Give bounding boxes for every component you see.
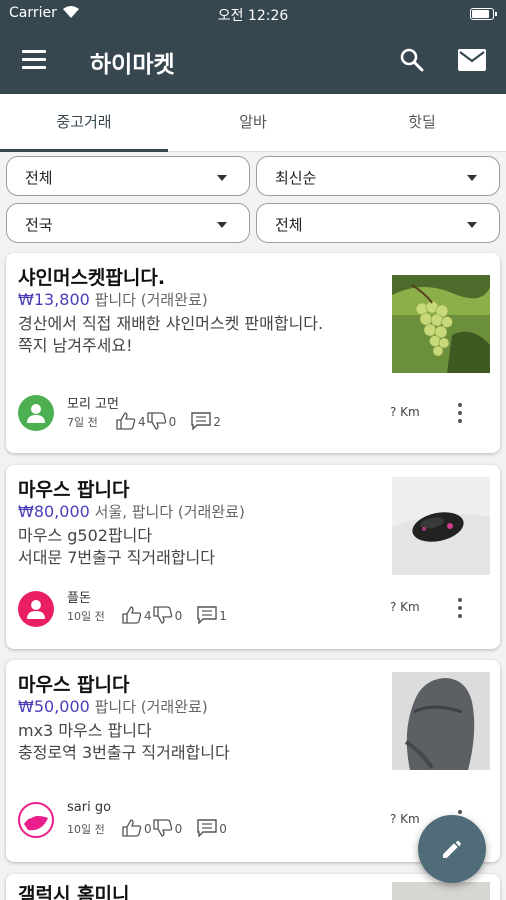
description-line: 충정로역 3번출구 직거래합니다 [18, 743, 230, 762]
comments-count: 1 [219, 609, 227, 623]
comment-icon[interactable] [196, 606, 218, 625]
clock: 오전 12:26 [217, 8, 289, 24]
listing-title: 샤인머스켓팝니다. [18, 267, 166, 289]
tab-used-goods[interactable]: 중고거래 [0, 94, 168, 152]
description-line: 쪽지 남겨주세요! [18, 336, 133, 355]
app-title: 하이마켓 [90, 52, 175, 78]
sort-value: 최신순 [275, 169, 317, 187]
thumbs-down-icon[interactable] [152, 819, 174, 837]
mouse-photo[interactable] [392, 477, 490, 575]
chevron-down-icon [467, 222, 477, 228]
likes-count: 4 [138, 415, 146, 429]
description-line: 경산에서 직접 재배한 샤인머스켓 판매합니다. [18, 314, 324, 333]
avatar[interactable] [18, 591, 54, 627]
search-icon[interactable] [398, 46, 426, 74]
dislikes-count: 0 [174, 822, 183, 836]
listing-stats: 7일 전 4 0 2 [67, 412, 221, 432]
seller-name[interactable]: 모리 고먼 [67, 393, 119, 412]
listing-price: ₩50,000 [18, 697, 90, 716]
listing-description: 마우스 g502팝니다 서대문 7번출구 직거래합니다 [18, 525, 388, 569]
avatar[interactable] [18, 395, 54, 431]
price-note: 팝니다 (거래완료) [94, 698, 208, 716]
comment-icon[interactable] [190, 412, 212, 431]
description-line: 마우스 g502팝니다 [18, 526, 153, 545]
write-post-button[interactable] [418, 815, 486, 883]
listing-stats: 10일 전 0 0 0 [67, 819, 227, 839]
tab-hot-deal[interactable]: 핫딜 [338, 94, 506, 152]
time-ago: 10일 전 [67, 610, 105, 623]
comment-icon[interactable] [196, 819, 218, 838]
chevron-down-icon [467, 175, 477, 181]
distance: ? Km [390, 812, 420, 826]
time-ago: 10일 전 [67, 823, 105, 836]
chevron-down-icon [217, 222, 227, 228]
time-ago: 7일 전 [67, 416, 98, 429]
distance: ? Km [390, 405, 420, 419]
battery-icon [470, 8, 497, 20]
avatar[interactable] [18, 802, 54, 838]
price-line: ₩50,000 팝니다 (거래완료) [18, 696, 208, 717]
app-bar: 하이마켓 [0, 28, 506, 94]
listing-card[interactable]: 마우스 팝니다 ₩80,000 서울, 팝니다 (거래완료) 마우스 g502팝… [6, 465, 500, 649]
pencil-icon [443, 840, 461, 858]
listing-card[interactable]: 샤인머스켓팝니다. ₩13,800 팝니다 (거래완료) 경산에서 직접 재배한… [6, 253, 500, 453]
listing-description: 경산에서 직접 재배한 샤인머스켓 판매합니다. 쪽지 남겨주세요! [18, 313, 388, 357]
listing-description: mx3 마우스 팝니다 충정로역 3번출구 직거래합니다 [18, 720, 388, 764]
listing-title: 마우스 팝니다 [18, 479, 130, 501]
product-photo[interactable] [392, 882, 490, 900]
region-dropdown[interactable]: 전국 [6, 203, 250, 243]
price-note: 서울, 팝니다 (거래완료) [94, 503, 245, 521]
more-options-icon[interactable] [450, 596, 470, 620]
status-value: 전체 [275, 216, 303, 234]
thumbs-up-icon[interactable] [121, 606, 143, 624]
price-line: ₩80,000 서울, 팝니다 (거래완료) [18, 501, 245, 522]
sort-dropdown[interactable]: 최신순 [256, 156, 500, 196]
thumbs-up-icon[interactable] [121, 819, 143, 837]
grape-photo[interactable] [392, 275, 490, 373]
thumbs-up-icon[interactable] [115, 412, 137, 430]
dislikes-count: 0 [168, 415, 177, 429]
status-dropdown[interactable]: 전체 [256, 203, 500, 243]
thumbs-down-icon[interactable] [152, 606, 174, 624]
chevron-down-icon [217, 175, 227, 181]
status-bar: Carrier 오전 12:26 [0, 0, 506, 28]
listing-price: ₩80,000 [18, 502, 90, 521]
comments-count: 2 [213, 415, 221, 429]
dislikes-count: 0 [174, 609, 183, 623]
listing-title: 마우스 팝니다 [18, 674, 130, 696]
description-line: 서대문 7번출구 직거래합니다 [18, 548, 215, 567]
more-options-icon[interactable] [450, 401, 470, 425]
likes-count: 4 [144, 609, 152, 623]
battery-level [472, 10, 489, 18]
menu-icon[interactable] [22, 50, 48, 70]
likes-count: 0 [144, 822, 152, 836]
listing-price: ₩13,800 [18, 290, 90, 309]
mouse-photo[interactable] [392, 672, 490, 770]
category-value: 전체 [25, 169, 53, 187]
seller-name[interactable]: sari go [67, 800, 111, 815]
price-note: 팝니다 (거래완료) [94, 291, 208, 309]
listing-card[interactable]: 갤럭시 홈미니 [6, 874, 500, 900]
category-dropdown[interactable]: 전체 [6, 156, 250, 196]
comments-count: 0 [219, 822, 227, 836]
listing-stats: 10일 전 4 0 1 [67, 606, 227, 626]
price-line: ₩13,800 팝니다 (거래완료) [18, 289, 208, 310]
tab-bar: 중고거래 알바 핫딜 [0, 94, 506, 152]
mail-icon[interactable] [457, 48, 487, 74]
listing-title: 갤럭시 홈미니 [18, 884, 130, 900]
distance: ? Km [390, 600, 420, 614]
region-value: 전국 [25, 216, 53, 234]
seller-name[interactable]: 플돈 [67, 587, 91, 606]
description-line: mx3 마우스 팝니다 [18, 721, 152, 740]
tab-indicator [0, 149, 168, 152]
thumbs-down-icon[interactable] [146, 412, 168, 430]
tab-part-time[interactable]: 알바 [169, 94, 337, 152]
